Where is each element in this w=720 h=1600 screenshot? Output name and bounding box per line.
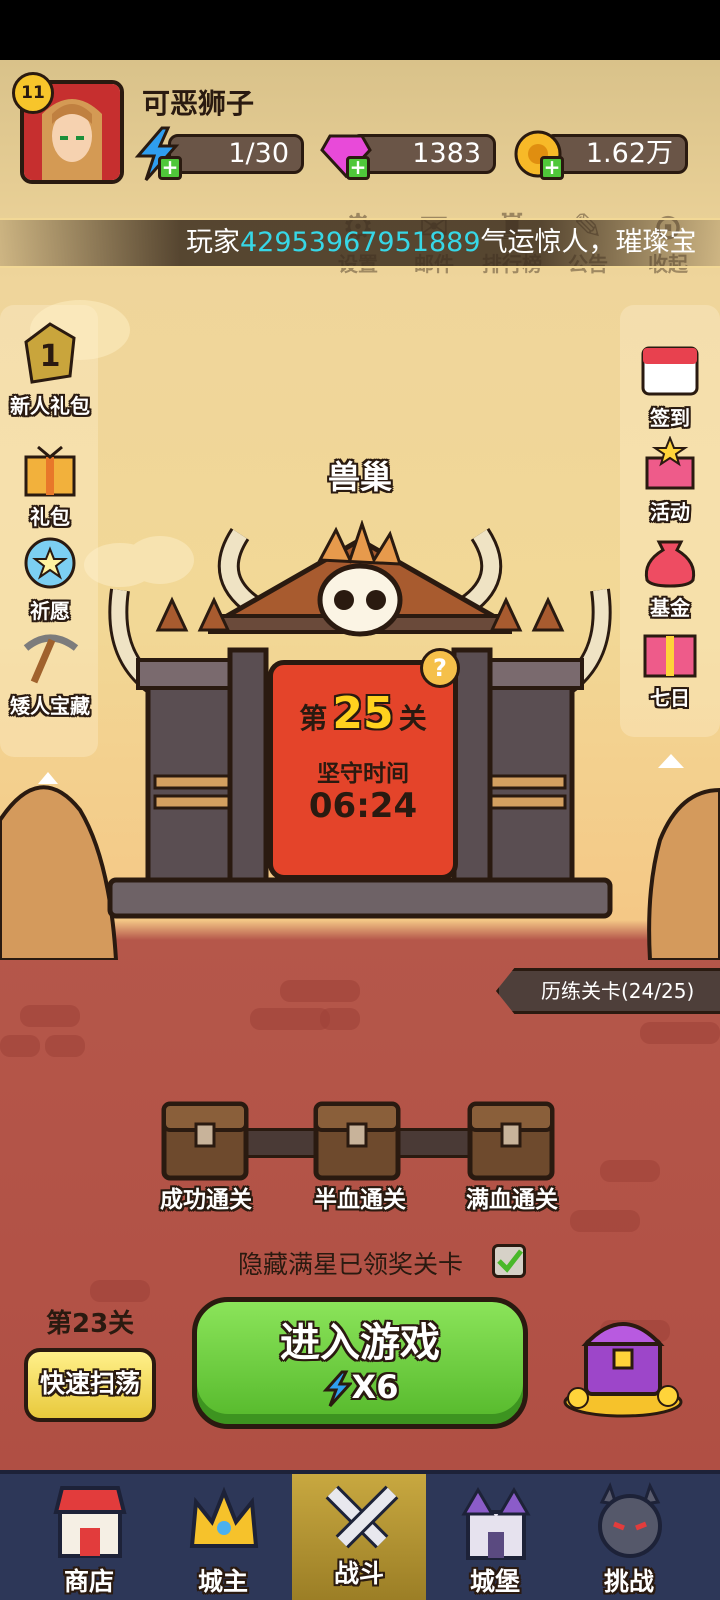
player-level-badge: 11 [12, 72, 54, 114]
treasure-chest-icon[interactable] [558, 1310, 688, 1420]
nav-lord-label: 城主 [197, 1567, 248, 1596]
checkmark-icon [497, 1249, 523, 1273]
nav-challenge[interactable]: 挑战 [562, 1474, 696, 1600]
lightning-icon [322, 1370, 353, 1408]
add-gem-button[interactable]: + [346, 156, 370, 180]
hide-completed-label: 隐藏满星已领奖关卡 [238, 1250, 464, 1279]
hold-time-label: 坚守时间 [317, 761, 409, 787]
training-stage-button[interactable]: 历练关卡(24/25) [496, 968, 720, 1014]
nav-shop[interactable]: 商店 [22, 1474, 156, 1600]
stage-title: 兽巢 [327, 458, 392, 496]
rock-decor [647, 787, 720, 960]
crown-icon [189, 1486, 259, 1548]
newbie-pack-button[interactable]: 1 新人礼包 [0, 320, 100, 419]
castle-icon [461, 1487, 531, 1560]
seven-day-button[interactable]: 七日 [620, 626, 720, 711]
chest-label-clear: 成功通关 [160, 1187, 252, 1213]
seven-day-gift-icon [643, 634, 697, 678]
chest-icon[interactable] [466, 1100, 556, 1182]
nav-shop-label: 商店 [63, 1567, 114, 1596]
wish-label: 祈愿 [30, 599, 70, 623]
seven-day-label: 七日 [650, 686, 690, 710]
nav-battle[interactable]: 战斗 [292, 1474, 426, 1600]
newbie-pack-label: 新人礼包 [10, 394, 90, 418]
nav-lord[interactable]: 城主 [156, 1474, 290, 1600]
fund-label: 基金 [650, 596, 690, 620]
shop-icon [53, 1486, 127, 1558]
wish-button[interactable]: 祈愿 [0, 535, 100, 624]
stage-number-value: 25 [332, 688, 394, 739]
sweep-stage-label: 第23关 [46, 1309, 135, 1339]
add-energy-button[interactable]: + [158, 156, 182, 180]
svg-text:1: 1 [40, 339, 61, 374]
dwarf-treasure-button[interactable]: 矮人宝藏 [0, 630, 100, 719]
pickaxe-icon [23, 634, 79, 684]
activity-label: 活动 [650, 500, 690, 524]
nav-castle[interactable]: 城堡 [428, 1474, 562, 1600]
quick-sweep-button[interactable]: 快速扫荡 [24, 1348, 156, 1422]
announcement-ticker: 玩家42953967951889气运惊人，璀璨宝 [0, 218, 720, 268]
nav-castle-label: 城堡 [469, 1567, 520, 1596]
enter-game-cost: X6 [192, 1368, 528, 1408]
demon-helmet-icon [598, 1482, 662, 1558]
energy-counter: 1/30 [168, 134, 304, 174]
gift-pack-label: 礼包 [30, 505, 70, 529]
hide-completed-checkbox[interactable] [492, 1244, 526, 1278]
status-bar [0, 0, 720, 60]
nav-battle-label: 战斗 [333, 1559, 384, 1588]
newbie-pack-icon: 1 [24, 322, 76, 384]
money-bag-icon [644, 540, 696, 588]
checkin-button[interactable]: 签到 [620, 340, 720, 431]
player-name: 可恶狮子 [142, 87, 255, 120]
calendar-icon [641, 346, 699, 396]
scroll-up-arrow-icon[interactable] [656, 752, 686, 770]
stage-number-suffix: 关 [398, 702, 427, 735]
checkin-label: 签到 [650, 406, 690, 430]
scroll-up-arrow-icon[interactable] [36, 770, 60, 786]
hold-time-value: 06:24 [308, 786, 418, 826]
stage-help-button[interactable]: ? [420, 648, 460, 688]
nav-challenge-label: 挑战 [603, 1567, 654, 1596]
ticker-suffix: 气运惊人，璀璨宝 [480, 227, 697, 258]
ticker-prefix: 玩家 [186, 227, 240, 258]
stage-number-prefix: 第 [299, 702, 328, 735]
chest-label-half-hp: 半血通关 [314, 1187, 406, 1213]
stage-number: 第 25 关 [268, 688, 458, 739]
ticker-player-id: 42953967951889 [240, 227, 481, 258]
enter-game-cost-value: X6 [351, 1368, 399, 1406]
fund-button[interactable]: 基金 [620, 530, 720, 621]
enter-game-label: 进入游戏 [280, 1320, 440, 1366]
wish-icon [24, 537, 76, 589]
bottom-navigation: 商店 城主 战斗 城堡 挑战 [0, 1470, 720, 1600]
chest-icon[interactable] [160, 1100, 250, 1182]
dwarf-treasure-label: 矮人宝藏 [10, 694, 90, 718]
add-gold-button[interactable]: + [540, 156, 564, 180]
gold-counter: 1.62万 [544, 134, 688, 174]
chest-label-full-hp: 满血通关 [466, 1187, 558, 1213]
chest-icon[interactable] [312, 1100, 402, 1182]
